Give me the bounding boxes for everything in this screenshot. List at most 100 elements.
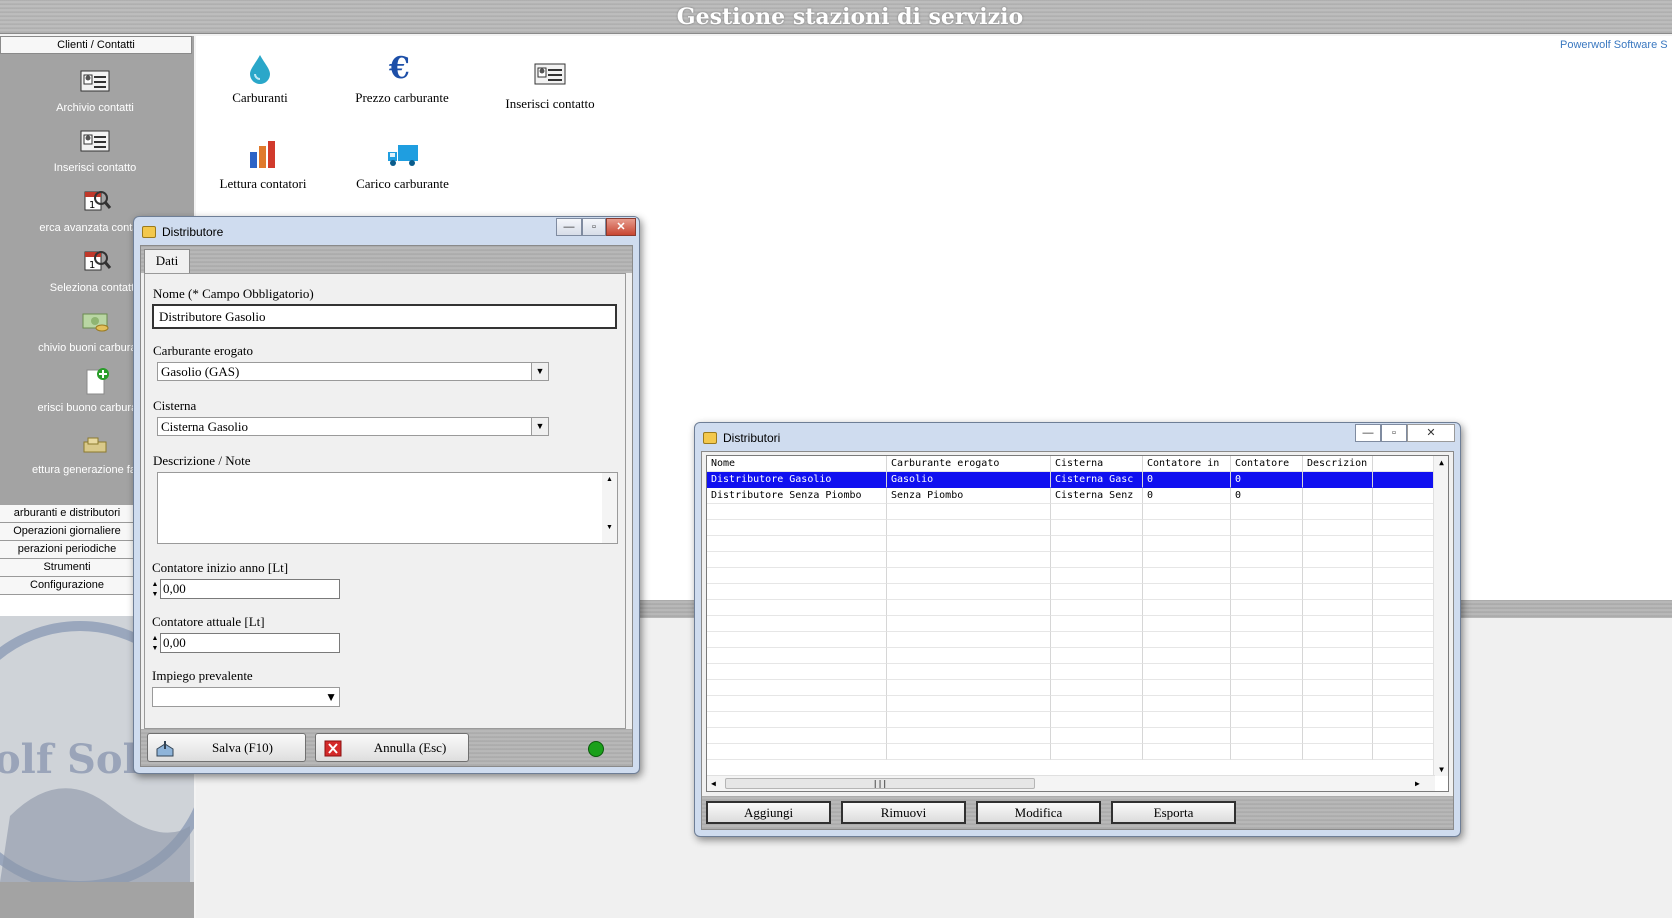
empty-cell: [1303, 536, 1373, 552]
table-row[interactable]: Distributore Gasolio Gasolio Cisterna Ga…: [707, 472, 1435, 488]
list-title-bar[interactable]: Distributori: [703, 428, 780, 448]
tab-strip: Dati: [141, 246, 632, 274]
empty-cell: [887, 568, 1051, 584]
close-button[interactable]: ✕: [1407, 424, 1455, 442]
empty-cell: [1303, 712, 1373, 728]
column-header-descrizione[interactable]: Descrizion: [1303, 456, 1373, 472]
export-button[interactable]: Esporta: [1111, 801, 1236, 824]
svg-text:€: €: [388, 52, 410, 84]
counter-current-label: Contatore attuale [Lt]: [152, 614, 265, 629]
empty-cell: [1143, 568, 1231, 584]
vendor-link[interactable]: Powerwolf Software S: [1560, 39, 1672, 51]
empty-grid-row: [707, 664, 1435, 680]
maximize-button[interactable]: ▫: [582, 218, 606, 236]
dialog-title-bar[interactable]: Distributore: [142, 222, 223, 242]
empty-cell: [887, 552, 1051, 568]
sidebar-item-archivio-contatti[interactable]: Archivio contatti: [0, 66, 190, 114]
scroll-left-icon[interactable]: ◀: [711, 779, 716, 788]
shortcut-carico-carburante[interactable]: Carico carburante: [345, 138, 460, 192]
fuel-label: Carburante erogato: [153, 343, 253, 358]
column-header-contatore-in[interactable]: Contatore in: [1143, 456, 1231, 472]
contact-card-icon: [78, 66, 112, 96]
empty-cell: [1303, 728, 1373, 744]
name-field[interactable]: Distributore Gasolio: [152, 304, 617, 329]
scroll-down-icon[interactable]: ▼: [1434, 765, 1448, 774]
empty-cell: [887, 680, 1051, 696]
counter-current-spinner[interactable]: ▲ ▼: [151, 633, 159, 653]
remove-button[interactable]: Rimuovi: [841, 801, 966, 824]
counter-current-field[interactable]: 0,00: [160, 633, 340, 653]
empty-cell: [1051, 552, 1143, 568]
counter-start-spinner[interactable]: ▲ ▼: [151, 579, 159, 599]
empty-cell: [1373, 648, 1435, 664]
distributori-grid[interactable]: Nome Carburante erogato Cisterna Contato…: [706, 455, 1449, 792]
bar-chart-icon: [246, 138, 280, 170]
scroll-thumb[interactable]: |||: [725, 778, 1035, 789]
edit-button[interactable]: Modifica: [976, 801, 1101, 824]
notes-scrollbar[interactable]: ▲ ▼: [602, 473, 617, 543]
empty-cell: [1143, 600, 1231, 616]
contact-card-icon: [533, 58, 567, 90]
notes-label: Descrizione / Note: [153, 453, 251, 468]
shortcut-carburanti[interactable]: Carburanti: [222, 52, 298, 106]
sidebar-category-strumenti[interactable]: Strumenti: [0, 559, 134, 577]
minimize-button[interactable]: —: [1355, 424, 1381, 442]
chevron-down-icon[interactable]: ▼: [531, 418, 548, 435]
empty-cell: [1143, 632, 1231, 648]
shortcut-prezzo-carburante[interactable]: € Prezzo carburante: [342, 51, 462, 106]
empty-cell: [707, 728, 887, 744]
sidebar-item-label: Seleziona contatto: [49, 282, 141, 294]
cell-contatore: 0: [1231, 488, 1303, 504]
save-icon: [156, 739, 174, 757]
scroll-right-icon[interactable]: ▶: [1415, 779, 1420, 788]
empty-cell: [707, 504, 887, 520]
empty-cell: [1051, 568, 1143, 584]
shortcut-lettura-contatori[interactable]: Lettura contatori: [208, 138, 318, 192]
sidebar-item-label: Archivio contatti: [56, 102, 134, 114]
empty-cell: [1373, 632, 1435, 648]
save-button[interactable]: Salva (F10): [147, 733, 306, 762]
empty-cell: [1143, 648, 1231, 664]
tank-select[interactable]: Cisterna Gasolio ▼: [157, 417, 549, 436]
column-header-contatore[interactable]: Contatore: [1231, 456, 1303, 472]
sidebar-category-configurazione[interactable]: Configurazione: [0, 577, 134, 595]
maximize-button[interactable]: ▫: [1381, 424, 1407, 442]
empty-cell: [1231, 504, 1303, 520]
empty-cell: [1303, 744, 1373, 760]
empty-grid-row: [707, 568, 1435, 584]
empty-cell: [887, 584, 1051, 600]
close-button[interactable]: ✕: [606, 218, 636, 236]
vertical-scrollbar[interactable]: ▲ ▼: [1433, 456, 1448, 776]
scroll-up-icon[interactable]: ▲: [1434, 458, 1448, 467]
fuel-select[interactable]: Gasolio (GAS) ▼: [157, 362, 549, 381]
sidebar-item-inserisci-contatto[interactable]: Inserisci contatto: [0, 126, 190, 174]
sidebar-category-operazioni-giornaliere[interactable]: Operazioni giornaliere: [0, 523, 134, 541]
minimize-button[interactable]: —: [556, 218, 582, 236]
empty-cell: [1143, 536, 1231, 552]
empty-grid-row: [707, 584, 1435, 600]
sidebar-section-header[interactable]: Clienti / Contatti: [0, 36, 192, 54]
svg-text:1: 1: [89, 200, 95, 211]
empty-grid-row: [707, 712, 1435, 728]
add-button[interactable]: Aggiungi: [706, 801, 831, 824]
column-header-nome[interactable]: Nome: [707, 456, 887, 472]
list-footer: Aggiungi Rimuovi Modifica Esporta: [702, 796, 1453, 829]
usage-label: Impiego prevalente: [152, 668, 253, 683]
dialog-footer: Salva (F10) Annulla (Esc): [141, 729, 632, 766]
shortcut-inserisci-contatto[interactable]: Inserisci contatto: [490, 58, 610, 112]
empty-grid-row: [707, 552, 1435, 568]
tab-dati[interactable]: Dati: [144, 249, 190, 274]
usage-select[interactable]: ▼: [152, 687, 340, 707]
sidebar-category-carburanti[interactable]: arburanti e distributori: [0, 505, 134, 523]
cancel-button[interactable]: Annulla (Esc): [315, 733, 469, 762]
table-row[interactable]: Distributore Senza Piombo Senza Piombo C…: [707, 488, 1435, 504]
horizontal-scrollbar[interactable]: ◀ ||| ▶: [707, 775, 1435, 791]
counter-start-field[interactable]: 0,00: [160, 579, 340, 599]
column-header-cisterna[interactable]: Cisterna: [1051, 456, 1143, 472]
column-header-carburante[interactable]: Carburante erogato: [887, 456, 1051, 472]
chevron-down-icon[interactable]: ▼: [325, 688, 337, 706]
document-add-icon: [78, 366, 112, 396]
chevron-down-icon[interactable]: ▼: [531, 363, 548, 380]
sidebar-category-operazioni-periodiche[interactable]: perazioni periodiche: [0, 541, 134, 559]
notes-textarea[interactable]: [157, 472, 618, 544]
